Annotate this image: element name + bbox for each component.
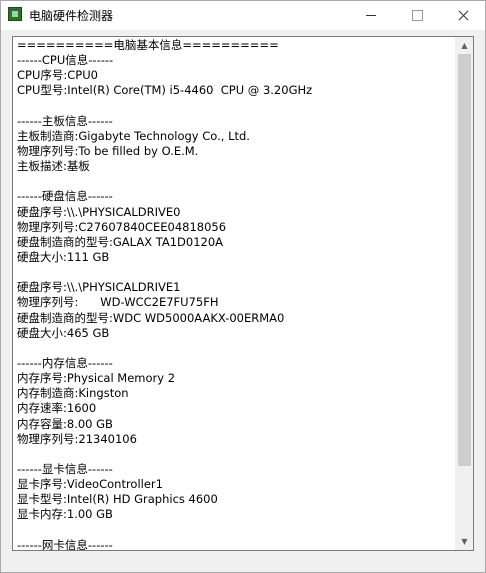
text-line: CPU序号:CPU0 <box>17 68 98 83</box>
minimize-button[interactable] <box>348 1 394 30</box>
window-title: 电脑硬件检测器 <box>29 9 114 23</box>
text-line: ------显卡信息------ <box>17 461 113 476</box>
hardware-info-textarea[interactable]: ==========电脑基本信息========== ------CPU信息---… <box>12 36 474 551</box>
text-line: 硬盘大小:111 GB <box>17 249 110 264</box>
text-line: 内存容量:8.00 GB <box>17 416 113 431</box>
text-line: 物理序列号:21340106 <box>17 431 137 446</box>
app-icon <box>8 7 22 21</box>
text-line: ==========电脑基本信息========== <box>17 38 279 52</box>
vertical-scrollbar[interactable]: ▲ ▼ <box>455 37 473 550</box>
text-line: 物理序列号:To be filled by O.E.M. <box>17 143 199 158</box>
text-line <box>17 99 455 114</box>
app-window: 电脑硬件检测器 ==========电脑基本信息========== ------… <box>0 0 486 573</box>
info-text: ==========电脑基本信息========== ------CPU信息---… <box>17 38 455 550</box>
scrollbar-thumb[interactable] <box>458 54 471 466</box>
text-line: CPU型号:Intel(R) Core(TM) i5-4460 CPU @ 3.… <box>17 83 313 98</box>
text-line <box>17 523 455 538</box>
text-line: ------CPU信息------ <box>17 53 114 68</box>
text-line: 内存速率:1600 <box>17 401 97 416</box>
text-line <box>17 341 455 356</box>
text-line: 硬盘制造商的型号:GALAX TA1D0120A <box>17 234 224 249</box>
text-line: 显卡型号:Intel(R) HD Graphics 4600 <box>17 492 218 507</box>
text-line: 主板制造商:Gigabyte Technology Co., Ltd. <box>17 128 250 143</box>
text-line: ------内存信息------ <box>17 355 113 370</box>
text-line: 内存制造商:Kingston <box>17 386 129 401</box>
close-button[interactable] <box>440 1 486 30</box>
scroll-up-arrow-icon[interactable]: ▲ <box>456 37 473 54</box>
text-line: 主板描述:基板 <box>17 159 90 174</box>
text-line: 硬盘制造商的型号:WDC WD5000AAKX-00ERMA0 <box>17 310 285 325</box>
text-line <box>17 174 455 189</box>
text-line: 物理序列号: WD-WCC2E7FU75FH <box>17 295 219 310</box>
text-line: ------主板信息------ <box>17 113 113 128</box>
text-line: 硬盘序号:\\.\PHYSICALDRIVE0 <box>17 204 181 219</box>
text-line <box>17 447 455 462</box>
text-line: 显卡序号:VideoController1 <box>17 477 163 492</box>
scroll-down-arrow-icon[interactable]: ▼ <box>456 533 473 550</box>
text-line: 物理序列号:C27607840CEE04818056 <box>17 219 227 234</box>
maximize-button[interactable] <box>394 1 440 30</box>
text-line: ------硬盘信息------ <box>17 189 113 204</box>
text-line: 内存序号:Physical Memory 2 <box>17 371 176 386</box>
text-line <box>17 265 455 280</box>
text-line: 显卡内存:1.00 GB <box>17 507 113 522</box>
text-line: 硬盘序号:\\.\PHYSICALDRIVE1 <box>17 280 181 295</box>
text-line: 硬盘大小:465 GB <box>17 325 110 340</box>
text-line: ------网卡信息------ <box>17 537 113 551</box>
title-bar[interactable]: 电脑硬件检测器 <box>1 1 485 30</box>
